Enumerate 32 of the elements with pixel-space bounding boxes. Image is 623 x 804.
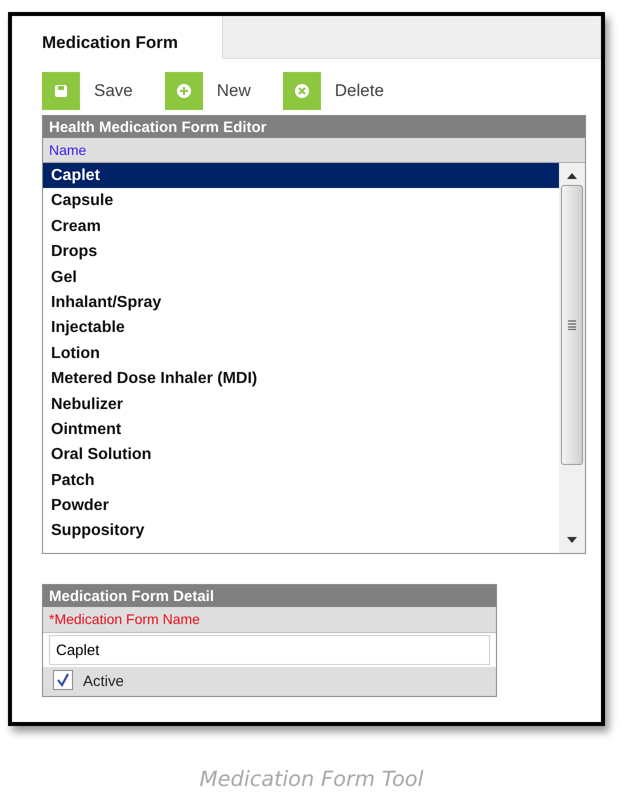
delete-button[interactable]: Delete <box>282 67 384 115</box>
grip-icon <box>567 320 577 330</box>
list-item[interactable]: Metered Dose Inhaler (MDI) <box>43 366 559 392</box>
list-item[interactable]: Cream <box>43 214 559 240</box>
checkbox-label: Active <box>83 672 124 692</box>
list-item[interactable]: Lotion <box>43 340 559 366</box>
caption: Medication Form Tool <box>198 766 424 793</box>
new-button[interactable]: New <box>164 67 251 115</box>
panel-title: Health Medication Form Editor <box>43 116 585 138</box>
save-button[interactable]: Save <box>42 67 133 115</box>
tab[interactable]: Medication Form <box>12 16 222 59</box>
list-item[interactable]: Patch <box>43 468 559 494</box>
list-item[interactable]: Injectable <box>43 315 559 341</box>
list-item[interactable]: Gel <box>43 264 559 290</box>
list-item[interactable]: Drops <box>43 239 559 265</box>
list-item[interactable]: Powder <box>43 493 559 518</box>
list-item[interactable]: Ointment <box>43 416 559 442</box>
list-item[interactable]: Oral Solution <box>43 442 559 468</box>
list-item[interactable]: Suppository <box>43 518 559 544</box>
column-header[interactable]: Name <box>43 138 585 163</box>
list-item[interactable]: Inhalant/Spray <box>43 290 559 316</box>
scroll-up-icon[interactable] <box>567 173 577 179</box>
list-item[interactable]: Capsule <box>43 188 559 214</box>
scrollbar[interactable] <box>559 163 585 553</box>
scroll-down-icon[interactable] <box>567 537 577 543</box>
scroll-thumb[interactable] <box>561 185 583 465</box>
name-field[interactable]: Caplet <box>49 635 490 665</box>
list-item[interactable]: Nebulizer <box>43 392 559 417</box>
list-item[interactable]: Caplet <box>43 163 559 188</box>
panel-title: Medication Form Detail <box>43 585 496 607</box>
field-label: *Medication Form Name <box>43 607 496 633</box>
active-checkbox[interactable] <box>53 670 73 690</box>
